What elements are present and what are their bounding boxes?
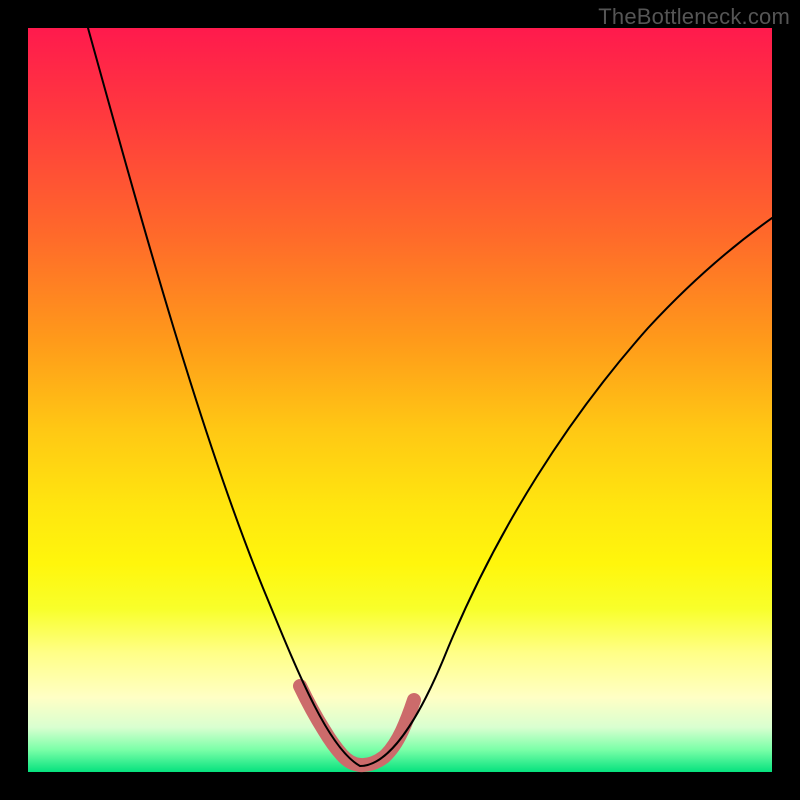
plot-area [28, 28, 772, 772]
curve-main [88, 28, 772, 766]
curve-highlight [300, 686, 414, 765]
watermark-text: TheBottleneck.com [598, 4, 790, 30]
chart-svg [28, 28, 772, 772]
chart-frame: TheBottleneck.com [0, 0, 800, 800]
